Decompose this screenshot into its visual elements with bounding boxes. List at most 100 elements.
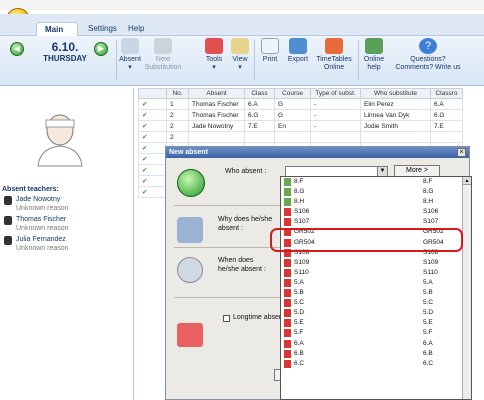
questions-button[interactable]: ? Questions? Comments? Write us [388,38,468,72]
teacher-icon [121,38,139,54]
room-icon [284,208,291,217]
list-item[interactable]: S106 S106 [281,207,471,217]
export-button[interactable]: Export [284,38,312,64]
cell-course: G [274,98,311,110]
timetables-label: TimeTables [316,56,352,63]
room-icon [284,319,291,328]
list-item[interactable]: 6.B 6.B [281,349,471,359]
close-icon[interactable]: × [457,148,466,157]
teacher-icon [4,196,12,205]
list-item[interactable]: S110 S110 [281,268,471,278]
list-item[interactable]: 5.E 5.E [281,318,471,328]
list-item[interactable]: 8.H 8.H [281,197,471,207]
table-row[interactable]: ✔ 2 [138,131,463,143]
online-help-button[interactable]: Online help [360,38,388,72]
room-icon [284,309,291,318]
column-header-no[interactable]: No. [166,88,189,99]
cell-room: 7.E [430,120,463,132]
scroll-up-icon[interactable]: ▲ [463,177,471,185]
check-icon: ✔ [138,98,167,110]
cell-absent: Jade Nowotny [188,120,245,132]
timetables-online-button[interactable]: TimeTables Online [312,38,356,72]
table-row[interactable]: ✔ 2 Thomas Fischer 6.G G - Linnea Van Dy… [138,109,463,121]
class-icon [284,188,291,197]
teacher-name[interactable]: Jade Nowotny [16,196,60,203]
questions-label-1: Questions? [410,56,446,63]
next-day-button[interactable]: ▶ [94,42,108,56]
cell-class: 6.G [244,109,275,121]
online-label: Online [323,64,345,71]
tools-button[interactable]: Tools ▾ [200,38,228,72]
teacher-name[interactable]: Thomas Fischer [16,216,66,223]
list-item[interactable]: 8.G 8.G [281,187,471,197]
list-item[interactable]: 8.F 8.F [281,177,471,187]
table-row[interactable]: ✔ 2 Jade Nowotny 7.E En - Jodie Smith 7.… [138,120,463,132]
cell-who: Jodie Smith [360,120,431,132]
next-label: Next [155,56,171,63]
calendar-icon [177,323,203,347]
list-item[interactable]: 6.A 6.A [281,339,471,349]
tab-help[interactable]: Help [120,22,150,36]
questions-label-2: Comments? Write us [395,64,461,71]
online-help-label-1: Online [363,56,385,63]
next-substitution-button[interactable]: Next Substitution [142,38,184,72]
title-bar [0,0,484,10]
teacher-reason: Unknown reason [16,245,69,252]
cell-no: 2 [166,131,189,143]
teacher-name[interactable]: Julia Fernandez [16,236,66,243]
cell-absent: Thomas Fischer [188,109,245,121]
table-row[interactable]: ✔ 1 Thomas Fischer 6.A G - Elin Perez 6.… [138,98,463,110]
item-name: 6.A [294,339,304,347]
item-code: S110 [423,268,438,276]
room-icon [284,218,291,227]
export-icon [289,38,307,54]
item-name: S106 [294,208,310,216]
item-code: 8.F [423,178,433,185]
list-item[interactable]: S107 S107 [281,217,471,227]
substitution-icon [154,38,172,54]
list-item[interactable]: 5.C 5.C [281,298,471,308]
teacher-icon [4,216,12,225]
room-icon [284,359,291,368]
dropdown-scrollbar[interactable]: ▲ [462,177,471,399]
check-icon: ✔ [138,186,167,198]
cell-room: 6.G [430,109,463,121]
tab-main[interactable]: Main [36,22,78,36]
list-item[interactable]: 5.A 5.A [281,278,471,288]
column-header-type[interactable]: Type of subst. [310,88,361,99]
column-header-class[interactable]: Class [244,88,275,99]
column-header-absent[interactable]: Absent [188,88,245,99]
room-icon [284,268,291,277]
check-icon: ✔ [138,164,167,176]
class-icon [284,198,291,207]
absent-teachers-title: Absent teachers: [2,186,59,193]
export-label: Export [287,56,309,63]
teacher-reason: Unknown reason [16,205,69,212]
absent-button[interactable]: Absent ▾ [118,38,142,72]
who-absent-dropdown-list[interactable]: 8.F 8.F 8.G 8.G 8.H 8.H S106 S106 S107 S107 G… [280,176,472,400]
cell-who: Linnea Van Dyk [360,109,431,121]
cell-type: - [310,120,361,132]
longtime-absence-checkbox[interactable] [223,315,230,322]
item-code: 6.C [423,359,434,367]
list-item[interactable]: 6.C 6.C [281,359,471,369]
list-item[interactable]: 5.B 5.B [281,288,471,298]
check-icon: ✔ [138,109,167,121]
view-button[interactable]: View ▾ [228,38,252,72]
chevron-down-icon[interactable]: ▼ [377,167,387,176]
print-button[interactable]: Print [258,38,282,64]
room-icon [284,289,291,298]
list-item[interactable]: S109 S109 [281,258,471,268]
column-header-classroom[interactable]: Classro [430,88,463,99]
ribbon-separator [254,40,255,80]
column-header-course[interactable]: Course [274,88,311,99]
list-item[interactable]: 5.F 5.F [281,328,471,338]
room-icon [284,339,291,348]
check-icon: ✔ [138,175,167,187]
selection-highlight-outline [270,228,463,252]
item-name: 6.B [294,349,304,357]
column-header-who[interactable]: Who substitute [360,88,431,99]
item-name: 8.G [294,188,305,196]
item-code: S106 [423,208,439,216]
list-item[interactable]: 5.D 5.D [281,308,471,318]
